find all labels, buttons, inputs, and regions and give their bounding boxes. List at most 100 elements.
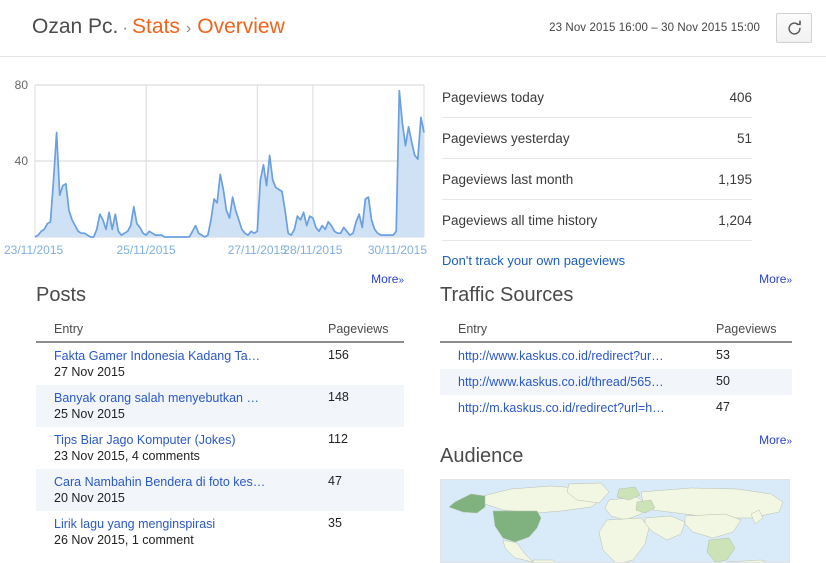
post-meta: 20 Nov 2015 [54,491,125,505]
double-chevron-icon: » [398,275,404,286]
table-row[interactable]: Lirik lagu yang menginspirasi 26 Nov 201… [36,511,404,553]
traffic-more-link[interactable]: More» [759,272,792,286]
posts-more-label: More [371,272,399,286]
posts-column-entry: Entry [36,318,328,343]
post-link[interactable]: Banyak orang salah menyebutkan … [54,390,328,406]
dont-track-pageviews-link[interactable]: Don't track your own pageviews [442,253,752,268]
traffic-views-cell: 47 [716,400,730,414]
posts-table: Entry Pageviews Fakta Gamer Indonesia Ka… [36,318,404,553]
summary-label: Pageviews last month [442,171,574,187]
posts-more-link[interactable]: More» [371,272,404,286]
posts-views-cell: 156 [328,348,349,362]
refresh-button[interactable] [776,13,812,43]
traffic-column-pageviews: Pageviews [716,318,792,343]
posts-views-cell: 148 [328,385,404,427]
post-meta: 26 Nov 2015, 1 comment [54,533,194,547]
table-row[interactable]: Cara Nambahin Bendera di foto kes… 20 No… [36,469,404,511]
summary-value: 51 [736,130,752,146]
traffic-sources-table: Entry Pageviews http://www.kaskus.co.id/… [440,318,792,421]
table-header-row: Entry Pageviews [36,318,404,343]
traffic-sources-title: Traffic Sources [440,284,574,306]
overview-top-row: 40 80 23/11/2015 25/11/2015 27/11/2015 28/11/… [0,57,826,268]
posts-views-cell: 47 [328,469,404,511]
traffic-views-cell: 53 [716,348,730,362]
svg-text:25/11/2015: 25/11/2015 [117,243,176,257]
breadcrumb: Ozan Pc. · Stats › Overview [32,14,285,42]
posts-block: More» Posts Entry Pageviews Fakta Gamer … [36,272,404,553]
double-chevron-icon: » [786,275,792,286]
post-meta: 23 Nov 2015, 4 comments [54,449,200,463]
posts-views-cell: 35 [328,516,342,530]
overview-panels: More» Posts Entry Pageviews Fakta Gamer … [0,272,826,563]
traffic-source-link[interactable]: http://www.kaskus.co.id/redirect?ur… [458,348,716,364]
svg-text:80: 80 [15,78,29,92]
table-header-row: Entry Pageviews [440,318,792,343]
right-panels: More» Traffic Sources Entry Pageviews ht… [440,272,792,563]
pageviews-chart: 40 80 23/11/2015 25/11/2015 27/11/2015 28/11/… [0,57,430,260]
summary-value: 1,195 [718,171,752,187]
post-meta: 25 Nov 2015 [54,407,125,421]
summary-value: 406 [729,89,752,105]
table-row[interactable]: http://m.kaskus.co.id/redirect?url=h… 47 [440,395,792,421]
post-link[interactable]: Tips Biar Jago Komputer (Jokes) [54,432,328,448]
posts-title: Posts [36,284,87,306]
svg-text:30/11/2015: 30/11/2015 [368,243,427,257]
breadcrumb-separator-arrow: › [185,20,192,37]
summary-row: Pageviews yesterday 51 [442,118,752,159]
double-chevron-icon: » [786,436,792,447]
summary-value: 1,204 [718,212,752,228]
posts-views-cell: 112 [328,432,348,446]
traffic-entry-cell: http://m.kaskus.co.id/redirect?url=h… [440,395,716,421]
posts-entry-cell: Cara Nambahin Bendera di foto kes… 20 No… [36,469,328,511]
posts-entry-cell: Fakta Gamer Indonesia Kadang Ta… 27 Nov … [36,342,328,385]
summary-row: Pageviews last month 1,195 [442,159,752,200]
table-row[interactable]: Fakta Gamer Indonesia Kadang Ta… 27 Nov … [36,342,404,385]
traffic-entry-cell: http://www.kaskus.co.id/thread/565… [440,369,716,395]
traffic-source-link[interactable]: http://www.kaskus.co.id/thread/565… [458,374,716,390]
posts-entry-cell: Tips Biar Jago Komputer (Jokes) 23 Nov 2… [36,427,328,469]
pageviews-summary: Pageviews today 406 Pageviews yesterday … [442,77,752,268]
audience-world-map[interactable] [440,479,790,563]
audience-title: Audience [440,445,524,467]
header-controls: 23 Nov 2015 16:00 – 30 Nov 2015 15:00 [549,13,812,43]
svg-text:28/11/2015: 28/11/2015 [283,243,342,257]
table-row[interactable]: Banyak orang salah menyebutkan … 25 Nov … [36,385,404,427]
audience-panel: More» Audience [440,433,792,563]
posts-panel: More» Posts Entry Pageviews Fakta Gamer … [36,272,404,563]
traffic-more-label: More [759,272,787,286]
audience-more-link[interactable]: More» [759,433,792,447]
audience-more-label: More [759,433,787,447]
posts-column-pageviews: Pageviews [328,318,404,343]
svg-text:40: 40 [15,154,29,168]
summary-row: Pageviews all time history 1,204 [442,200,752,241]
summary-label: Pageviews all time history [442,212,598,228]
breadcrumb-link-stats[interactable]: Stats [132,15,180,38]
date-range-label: 23 Nov 2015 16:00 – 30 Nov 2015 15:00 [549,22,760,34]
breadcrumb-site: Ozan Pc. [32,15,119,38]
table-row[interactable]: Tips Biar Jago Komputer (Jokes) 23 Nov 2… [36,427,404,469]
traffic-column-entry: Entry [440,318,716,343]
svg-text:27/11/2015: 27/11/2015 [228,243,287,257]
posts-entry-cell: Lirik lagu yang menginspirasi 26 Nov 201… [36,511,328,553]
post-meta: 27 Nov 2015 [54,365,125,379]
world-map-icon [441,480,789,562]
post-link[interactable]: Lirik lagu yang menginspirasi [54,516,328,532]
traffic-views-cell: 50 [716,369,792,395]
breadcrumb-separator-dot: · [122,18,129,37]
table-row[interactable]: http://www.kaskus.co.id/redirect?ur… 53 [440,342,792,369]
summary-label: Pageviews yesterday [442,130,570,146]
traffic-source-link[interactable]: http://m.kaskus.co.id/redirect?url=h… [458,400,716,416]
table-row[interactable]: http://www.kaskus.co.id/thread/565… 50 [440,369,792,395]
post-link[interactable]: Cara Nambahin Bendera di foto kes… [54,474,328,490]
traffic-sources-panel: More» Traffic Sources Entry Pageviews ht… [440,272,792,421]
refresh-icon [786,20,803,37]
posts-entry-cell: Banyak orang salah menyebutkan … 25 Nov … [36,385,328,427]
svg-text:23/11/2015: 23/11/2015 [4,243,63,257]
summary-row: Pageviews today 406 [442,77,752,118]
breadcrumb-current-overview: Overview [197,15,285,38]
post-link[interactable]: Fakta Gamer Indonesia Kadang Ta… [54,348,328,364]
traffic-entry-cell: http://www.kaskus.co.id/redirect?ur… [440,342,716,369]
page-header: Ozan Pc. · Stats › Overview 23 Nov 2015 16:0… [0,0,826,57]
summary-label: Pageviews today [442,89,545,105]
pageviews-chart-svg: 40 80 23/11/2015 25/11/2015 27/11/201528/11/… [4,78,427,257]
